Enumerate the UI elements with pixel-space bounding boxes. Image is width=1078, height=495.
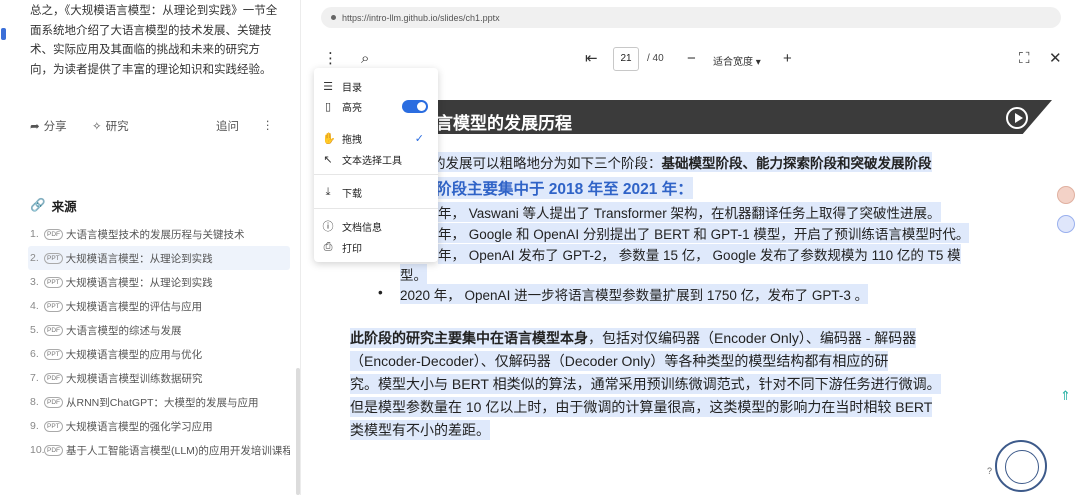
fullscreen-icon[interactable]: ⛶	[1019, 50, 1030, 68]
menu-divider	[314, 174, 438, 175]
hand-icon: ✋	[322, 132, 336, 145]
slide-bullet: 年， Vaswani 等人提出了 Transformer 架构，在机器翻译任务上…	[438, 202, 941, 222]
first-page-icon[interactable]: ⇤	[585, 50, 598, 68]
menu-item-doc-info[interactable]: ⓘ 文档信息	[322, 217, 432, 235]
highlighter-icon: ▯	[324, 100, 332, 113]
sparkle-icon: ✧	[92, 121, 102, 133]
slide-paragraph: 类模型有不小的差距。	[350, 420, 490, 440]
source-item[interactable]: 10. PDF 基于人工智能语言模型(LLM)的应用开发培训课程	[28, 438, 290, 462]
list-icon: ☰	[323, 80, 333, 93]
menu-item-hand[interactable]: ✋ 拖拽 ✓	[322, 129, 432, 147]
arrow-icon[interactable]: ⇑	[1060, 388, 1071, 404]
highlight-toggle[interactable]	[402, 100, 428, 113]
slide-bullet: 年， Google 和 OpenAI 分别提出了 BERT 和 GPT-1 模型…	[438, 223, 970, 243]
share-icon: ➦	[30, 121, 40, 133]
sources-list: 1. PDF 大语言模型技术的发展历程与关键技术 2. PPT 大规模语言模型：从理论到…	[28, 222, 290, 462]
menu-item-highlight[interactable]: ▯ 高亮	[322, 97, 432, 115]
menu-item-print[interactable]: ⎙ 打印	[322, 238, 432, 256]
source-item[interactable]: 9. PPT 大规模语言模型的强化学习应用	[28, 414, 290, 438]
file-type-badge: PPT	[44, 300, 63, 312]
bullet-dot: •	[378, 285, 383, 300]
slide-paragraph: 究。模型大小与 BERT 相类似的算法，通常采用预训练微调范式，针对不同下游任务…	[350, 374, 941, 394]
cursor-icon: ↖	[323, 153, 333, 166]
chat-panel: 总之，《大规模语言模型：从理论到实践》一节全面系统地介绍了大语言模型的技术发展、…	[0, 0, 300, 495]
source-item[interactable]: 8. PDF 从RNN到ChatGPT：大模型的发展与应用	[28, 390, 290, 414]
page-number-input[interactable]: 21	[613, 47, 639, 71]
slide-bullet: 年， OpenAI 发布了 GPT-2， 参数量 15 亿， Google 发布…	[438, 244, 961, 264]
menu-divider	[314, 208, 438, 209]
zoom-in-icon[interactable]: +	[783, 50, 792, 68]
source-item[interactable]: 7. PDF 大规模语言模型训练数据研究	[28, 366, 290, 390]
site-info-icon[interactable]	[331, 15, 336, 20]
slide-heading: 阶段主要集中于 2018 年至 2021 年：	[436, 177, 693, 199]
source-item[interactable]: 4. PPT 大规模语言模型的评估与应用	[28, 294, 290, 318]
slide-paragraph: 此阶段的研究主要集中在语言模型本身，包括对仅编码器（Encoder Only）、…	[350, 328, 917, 348]
research-button[interactable]: ✧ 研究	[92, 118, 129, 134]
app-root: 总之，《大规模语言模型：从理论到实践》一节全面系统地介绍了大语言模型的技术发展、…	[0, 0, 1078, 495]
zoom-select[interactable]: 适合宽度 ▾	[713, 53, 761, 68]
menu-item-text-select[interactable]: ↖ 文本选择工具	[322, 150, 432, 168]
menu-item-download[interactable]: ⤓ 下载	[322, 183, 432, 201]
print-icon: ⎙	[323, 240, 333, 253]
file-type-badge: PPT	[44, 348, 63, 360]
source-item[interactable]: 5. PDF 大语言模型的综述与发展	[28, 318, 290, 342]
link-icon: 🔗	[30, 198, 46, 212]
left-edge	[0, 0, 8, 495]
close-icon[interactable]: ✕	[1049, 50, 1062, 68]
file-type-badge: PPT	[44, 276, 63, 288]
indicator-mark	[1, 28, 6, 40]
slide-paragraph: 但是模型参数量在 10 亿以上时，由于微调的计算量很高，这类模型的影响力在当时相…	[350, 397, 933, 417]
kebab-menu-icon[interactable]: ⋮	[323, 50, 338, 68]
source-item[interactable]: 6. PPT 大规模语言模型的应用与优化	[28, 342, 290, 366]
more-icon[interactable]: ⋮	[262, 118, 274, 132]
answer-summary: 总之，《大规模语言模型：从理论到实践》一节全面系统地介绍了大语言模型的技术发展、…	[30, 5, 278, 76]
add-assistant-icon[interactable]	[1057, 215, 1075, 233]
slide-line: 的发展可以粗略地分为如下三个阶段：基础模型阶段、能力探索阶段和突破发展阶段	[432, 152, 932, 172]
page-total: / 40	[647, 53, 664, 64]
file-type-badge: PDF	[44, 396, 63, 408]
slide-bullet: 2020 年， OpenAI 进一步将语言模型参数量扩展到 1750 亿，发布了…	[400, 284, 869, 304]
source-item[interactable]: 2. PPT 大规模语言模型：从理论到实践	[28, 246, 290, 270]
url-bar[interactable]: https://intro-llm.github.io/slides/ch1.p…	[321, 7, 1061, 28]
slide-paragraph: （Encoder-Decoder）、仅解码器（Decoder Only）等各种类…	[350, 351, 889, 371]
ask-button[interactable]: 追问	[216, 118, 239, 134]
play-icon[interactable]	[1006, 107, 1028, 129]
zoom-out-icon[interactable]: −	[687, 50, 696, 68]
file-type-badge: PPT	[44, 420, 63, 432]
file-type-badge: PDF	[44, 324, 63, 336]
slide-title: 言模型的发展历程	[436, 114, 572, 133]
check-icon: ✓	[414, 132, 424, 145]
download-icon: ⤓	[325, 185, 331, 198]
slide-bullet-cont: 型。	[400, 264, 427, 284]
search-icon[interactable]: ⌕	[361, 50, 369, 68]
file-type-badge: PDF	[44, 372, 63, 384]
file-type-badge: PPT	[44, 252, 63, 264]
share-button[interactable]: ➦ 分享	[30, 118, 67, 134]
source-item[interactable]: 3. PPT 大规模语言模型：从理论到实践	[28, 270, 290, 294]
university-seal-logo	[995, 440, 1047, 492]
help-icon[interactable]: ?	[987, 466, 992, 476]
assistant-avatar[interactable]	[1057, 186, 1075, 204]
file-type-badge: PDF	[44, 228, 63, 240]
sources-heading: 🔗 来源	[30, 198, 77, 214]
viewer-options-menu: ☰ 目录 ▯ 高亮 ✋ 拖拽 ✓ ↖ 文本选择工具 ⤓ 下载 ⓘ 文档信息 ⎙ 打印	[314, 68, 438, 262]
file-type-badge: PDF	[44, 444, 63, 456]
source-item[interactable]: 1. PDF 大语言模型技术的发展历程与关键技术	[28, 222, 290, 246]
info-icon: ⓘ	[322, 221, 334, 233]
answer-actions: ➦ 分享 ✧ 研究 追问 ⋮	[30, 118, 275, 136]
menu-item-outline[interactable]: ☰ 目录	[322, 77, 432, 95]
